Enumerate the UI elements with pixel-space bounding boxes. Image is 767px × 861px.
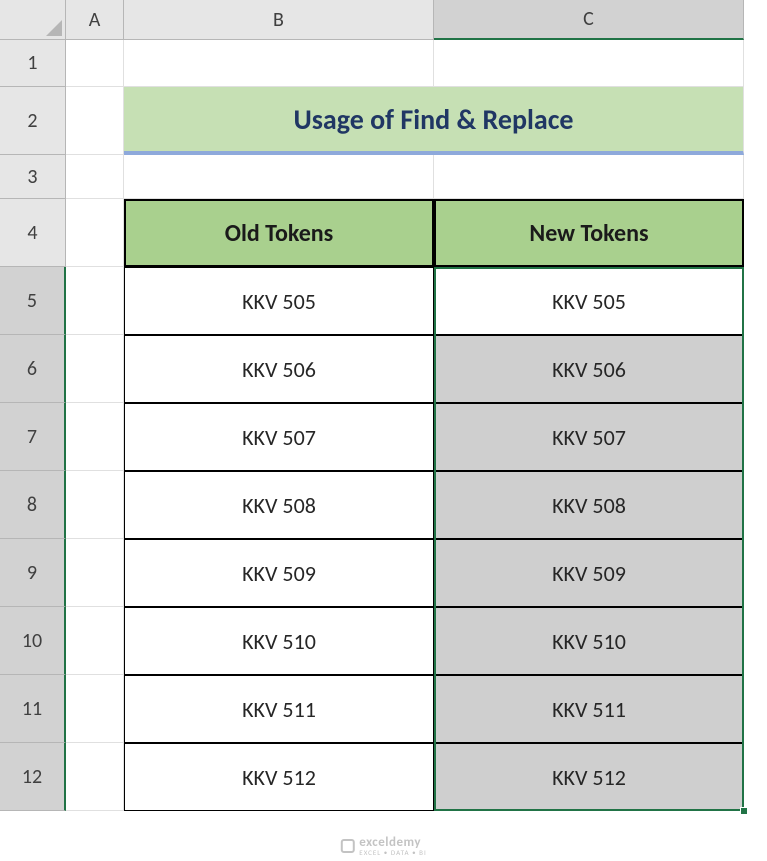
cell-b12[interactable]: KKV 512 [124, 743, 434, 811]
row-header-3[interactable]: 3 [0, 155, 66, 199]
row-header-4[interactable]: 4 [0, 199, 66, 267]
watermark: exceldemy EXCEL • DATA • BI [340, 835, 426, 857]
cell-b11[interactable]: KKV 511 [124, 675, 434, 743]
cell-b1[interactable] [124, 40, 434, 87]
watermark-subtitle: EXCEL • DATA • BI [359, 849, 426, 856]
cell-a6[interactable] [66, 335, 124, 403]
cell-c7[interactable]: KKV 507 [434, 403, 744, 471]
cell-b3[interactable] [124, 155, 434, 199]
title-cell[interactable]: Usage of Find & Replace [124, 87, 744, 155]
column-header-c[interactable]: C [434, 0, 744, 40]
watermark-logo-icon [340, 839, 354, 853]
spreadsheet-grid: A B C 1 2 3 4 5 6 7 8 9 10 11 12 Usage o… [0, 0, 767, 861]
cell-a5[interactable] [66, 267, 124, 335]
cell-c1[interactable] [434, 40, 744, 87]
row-header-7[interactable]: 7 [0, 403, 66, 471]
cell-c10[interactable]: KKV 510 [434, 607, 744, 675]
row-header-2[interactable]: 2 [0, 87, 66, 155]
cell-b10[interactable]: KKV 510 [124, 607, 434, 675]
select-all-button[interactable] [0, 0, 66, 40]
cell-b6[interactable]: KKV 506 [124, 335, 434, 403]
row-header-8[interactable]: 8 [0, 471, 66, 539]
row-header-11[interactable]: 11 [0, 675, 66, 743]
cell-b7[interactable]: KKV 507 [124, 403, 434, 471]
row-header-9[interactable]: 9 [0, 539, 66, 607]
cell-c5[interactable]: KKV 505 [434, 267, 744, 335]
cell-area: Usage of Find & Replace Old Tokens New T… [66, 40, 744, 811]
row-header-6[interactable]: 6 [0, 335, 66, 403]
cell-c8[interactable]: KKV 508 [434, 471, 744, 539]
row-headers: 1 2 3 4 5 6 7 8 9 10 11 12 [0, 40, 66, 811]
cell-a7[interactable] [66, 403, 124, 471]
cell-a10[interactable] [66, 607, 124, 675]
cell-c3[interactable] [434, 155, 744, 199]
header-old-tokens[interactable]: Old Tokens [124, 199, 434, 267]
column-header-a[interactable]: A [66, 0, 124, 40]
cell-c9[interactable]: KKV 509 [434, 539, 744, 607]
cell-a8[interactable] [66, 471, 124, 539]
header-new-tokens[interactable]: New Tokens [434, 199, 744, 267]
cell-c11[interactable]: KKV 511 [434, 675, 744, 743]
cell-b9[interactable]: KKV 509 [124, 539, 434, 607]
cell-b5[interactable]: KKV 505 [124, 267, 434, 335]
cell-a2[interactable] [66, 87, 124, 155]
column-headers: A B C [66, 0, 744, 40]
row-header-10[interactable]: 10 [0, 607, 66, 675]
cell-a3[interactable] [66, 155, 124, 199]
cell-c12[interactable]: KKV 512 [434, 743, 744, 811]
fill-handle[interactable] [740, 807, 748, 815]
cell-a4[interactable] [66, 199, 124, 267]
cell-a11[interactable] [66, 675, 124, 743]
cell-c6[interactable]: KKV 506 [434, 335, 744, 403]
column-header-b[interactable]: B [124, 0, 434, 40]
row-header-5[interactable]: 5 [0, 267, 66, 335]
cell-a12[interactable] [66, 743, 124, 811]
cell-a1[interactable] [66, 40, 124, 87]
cell-a9[interactable] [66, 539, 124, 607]
row-header-12[interactable]: 12 [0, 743, 66, 811]
row-header-1[interactable]: 1 [0, 40, 66, 87]
cell-b8[interactable]: KKV 508 [124, 471, 434, 539]
